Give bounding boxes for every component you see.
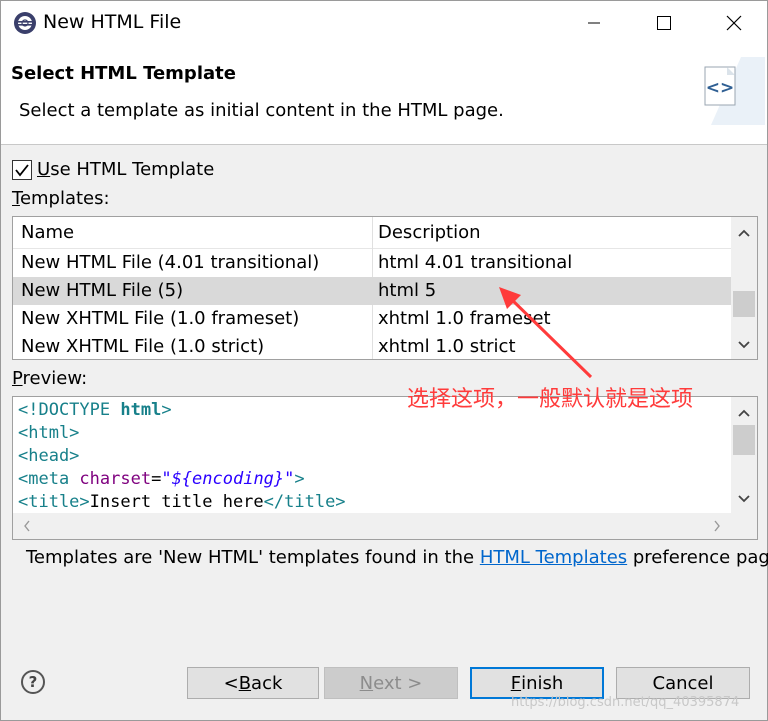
back-button[interactable]: < Back — [187, 667, 319, 699]
table-row[interactable]: New HTML File (4.01 transitional) html 4… — [13, 249, 731, 277]
chevron-down-icon — [738, 341, 750, 349]
code-line-title: <title>Insert title here</title> — [18, 492, 346, 512]
maximize-icon — [657, 16, 671, 30]
next-button[interactable]: Next > — [324, 667, 458, 699]
row-name: New HTML File (4.01 transitional) — [21, 252, 320, 273]
code-line-doctype: <!DOCTYPE html> — [18, 400, 172, 420]
minimize-icon — [588, 22, 600, 24]
new-html-file-dialog: New HTML File Select HTML Template Selec… — [0, 0, 768, 721]
use-template-label: Use HTML Template — [37, 159, 214, 180]
scroll-thumb[interactable] — [733, 425, 755, 455]
table-row[interactable]: New XHTML File (1.0 strict) xhtml 1.0 st… — [13, 333, 731, 361]
eclipse-app-icon — [14, 12, 36, 34]
html-template-banner-icon: <> — [704, 57, 765, 125]
check-icon — [15, 163, 29, 176]
minimize-button[interactable] — [571, 1, 617, 45]
chevron-right-icon — [714, 520, 720, 532]
close-button[interactable] — [711, 1, 757, 45]
column-header-name[interactable]: Name — [21, 222, 74, 243]
page-description: Select a template as initial content in … — [19, 100, 504, 121]
watermark: https://blog.csdn.net/qq_40395874 — [511, 695, 740, 710]
mnemonic-p: P — [12, 368, 23, 389]
maximize-button[interactable] — [641, 1, 687, 45]
scroll-down-button[interactable] — [731, 487, 757, 511]
templates-vertical-scrollbar[interactable] — [731, 217, 757, 359]
code-line-meta: <meta charset="${encoding}"> — [18, 469, 305, 489]
page-title: Select HTML Template — [11, 63, 236, 84]
preview-code-area[interactable]: <!DOCTYPE html> <html> <head> <meta char… — [12, 396, 758, 540]
window-title: New HTML File — [43, 11, 182, 33]
chevron-up-icon — [738, 229, 750, 237]
row-name: New XHTML File (1.0 strict) — [21, 336, 265, 357]
scroll-up-button[interactable] — [731, 401, 757, 425]
templates-info-text: Templates are 'New HTML' templates found… — [26, 547, 768, 568]
code-line-head: <head> — [18, 446, 80, 466]
wizard-header: Select HTML Template Select a template a… — [1, 45, 767, 145]
templates-label: Templates: — [12, 188, 110, 209]
html-templates-link[interactable]: HTML Templates — [480, 547, 627, 568]
preview-vertical-scrollbar[interactable] — [731, 397, 757, 539]
use-template-option[interactable]: Use HTML Template — [12, 159, 214, 180]
row-name: New XHTML File (1.0 frameset) — [21, 308, 300, 329]
column-header-description[interactable]: Description — [378, 222, 481, 243]
close-icon — [726, 15, 742, 31]
row-description: xhtml 1.0 strict — [378, 336, 516, 357]
code-line-html: <html> — [18, 423, 80, 443]
row-description: html 5 — [378, 280, 437, 301]
preview-label-text: review: — [22, 368, 88, 389]
chevron-left-icon — [24, 520, 30, 532]
preview-horizontal-scrollbar[interactable] — [13, 513, 731, 539]
scroll-right-button[interactable] — [705, 513, 729, 539]
scroll-left-button[interactable] — [15, 513, 39, 539]
table-row[interactable]: New XHTML File (1.0 frameset) xhtml 1.0 … — [13, 305, 731, 333]
svg-text:<>: <> — [706, 78, 735, 98]
help-icon: ? — [28, 673, 38, 691]
scroll-up-button[interactable] — [731, 221, 757, 245]
help-button[interactable]: ? — [21, 670, 45, 694]
preview-label: Preview: — [12, 368, 87, 389]
mnemonic-u: U — [37, 159, 51, 180]
scroll-down-button[interactable] — [731, 333, 757, 357]
chevron-down-icon — [738, 495, 750, 503]
templates-table[interactable]: Name Description New HTML File (4.01 tra… — [12, 216, 758, 360]
row-description: xhtml 1.0 frameset — [378, 308, 551, 329]
row-name: New HTML File (5) — [21, 280, 184, 301]
scroll-thumb[interactable] — [733, 291, 755, 317]
row-description: html 4.01 transitional — [378, 252, 573, 273]
annotation-text: 选择这项，一般默认就是这项 — [407, 387, 694, 412]
title-bar: New HTML File — [1, 1, 767, 45]
use-template-checkbox[interactable] — [12, 159, 32, 180]
use-template-label-text: se HTML Template — [50, 159, 215, 180]
chevron-up-icon — [738, 409, 750, 417]
templates-label-text: emplates: — [19, 188, 110, 209]
mnemonic-t: T — [12, 188, 20, 209]
table-row-selected[interactable]: New HTML File (5) html 5 — [13, 277, 731, 305]
